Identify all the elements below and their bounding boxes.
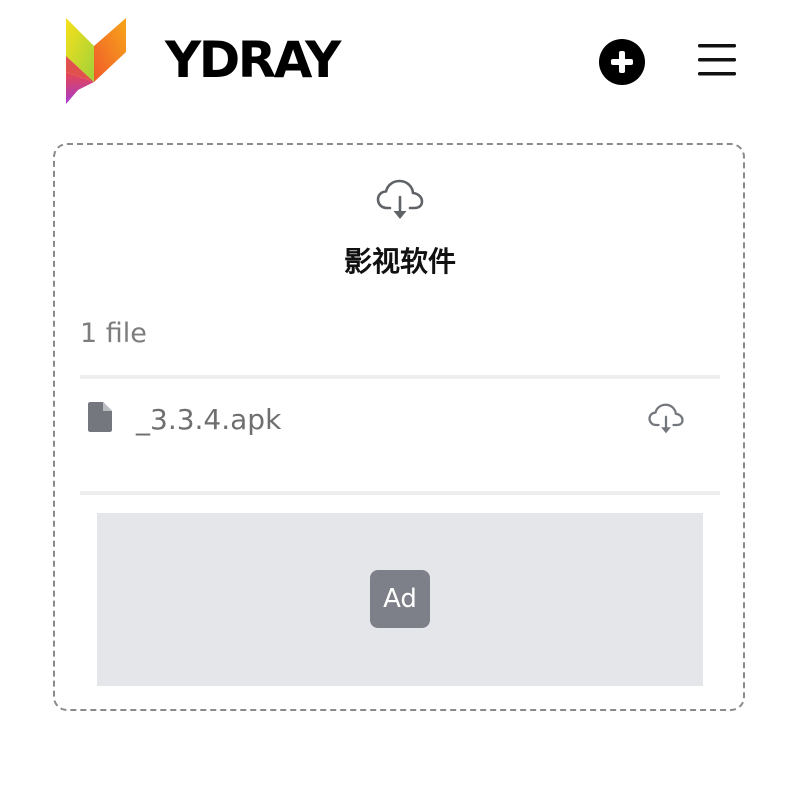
file-icon <box>88 402 112 432</box>
menu-button[interactable] <box>697 42 737 78</box>
hamburger-menu-icon <box>698 44 736 76</box>
page: YDRAY 影视软件 1 file _3.3.4.apk Ad <box>0 0 800 787</box>
ydray-logo-icon[interactable] <box>64 16 128 106</box>
divider <box>80 375 720 379</box>
divider <box>80 491 720 495</box>
cloud-download-icon[interactable] <box>648 402 684 436</box>
cloud-download-icon[interactable] <box>376 178 424 222</box>
header: YDRAY <box>0 0 800 120</box>
transfer-title: 影视软件 <box>343 245 456 278</box>
file-count: 1 file <box>80 318 147 349</box>
ad-badge[interactable]: Ad <box>370 570 430 628</box>
plus-circle-icon <box>611 51 633 73</box>
add-button[interactable] <box>599 39 645 85</box>
file-row[interactable]: _3.3.4.apk <box>80 380 720 490</box>
brand-name[interactable]: YDRAY <box>165 30 341 90</box>
file-name[interactable]: _3.3.4.apk <box>136 400 281 440</box>
